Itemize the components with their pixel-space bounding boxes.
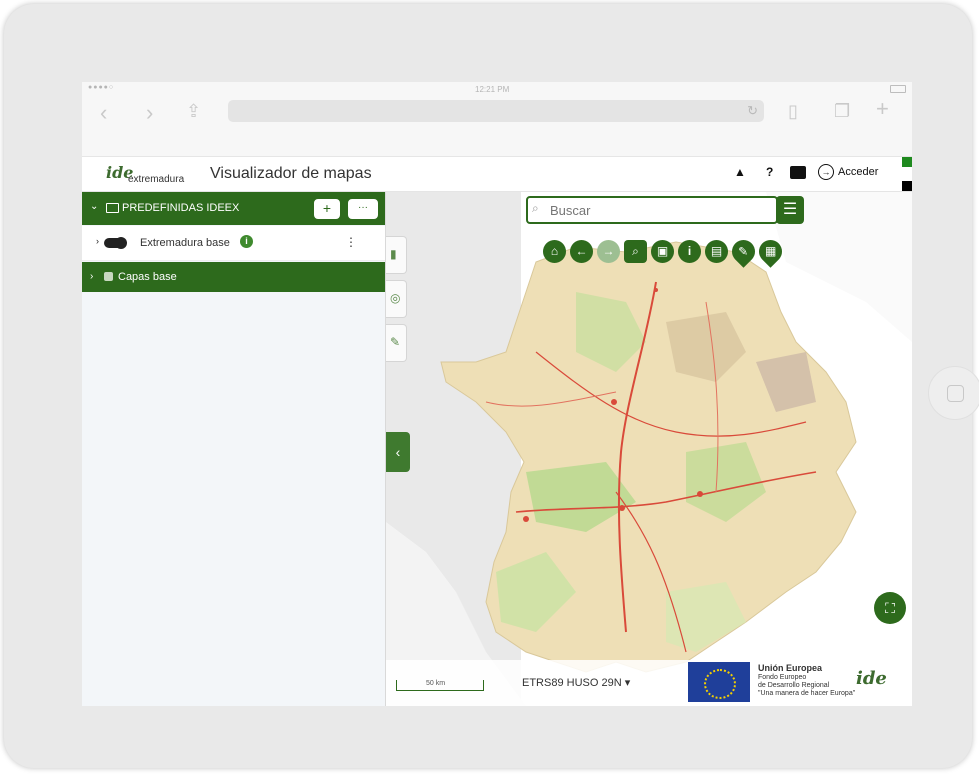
chevron-left-icon[interactable]: ‹	[100, 102, 107, 124]
collapse-sidebar-button[interactable]: ‹	[386, 432, 410, 472]
eu-flag	[688, 662, 750, 702]
chevron-right-icon[interactable]: ›	[96, 236, 99, 246]
stack-icon	[104, 272, 113, 281]
reload-icon[interactable]: ↻	[747, 103, 758, 119]
status-time: 12:21 PM	[475, 85, 510, 94]
signal-indicator: ●●●●○	[88, 84, 115, 91]
brand-strip	[902, 157, 912, 191]
login-label[interactable]: Acceder	[838, 166, 878, 178]
group-label: Capas base	[118, 271, 177, 283]
zoom-box-icon[interactable]: ⌕	[624, 240, 647, 263]
eu-line: "Una manera de hacer Europa"	[758, 690, 856, 697]
group-capas-base[interactable]: › Capas base	[82, 262, 385, 292]
help-icon[interactable]: ?	[766, 165, 773, 179]
map-view[interactable]: ▮ ◎ ✎ ‹ ⌕ ☰ ⌂ ← → ⌕ ▣ i ▤ ✎ ▦ ⛶ 50 km ET…	[386, 192, 912, 706]
tabs-icon[interactable]: ❐	[834, 100, 850, 122]
forward-icon[interactable]: →	[597, 240, 620, 263]
tab-explore[interactable]: ◎	[386, 280, 407, 318]
search-box[interactable]: ⌕	[526, 196, 778, 224]
layer-menu-icon[interactable]: ⋮	[345, 235, 357, 249]
logo-text: extremadura	[128, 174, 185, 185]
home-icon[interactable]: ⌂	[543, 240, 566, 263]
safari-toolbar: ‹ › ⇪ ↻ ▯ ❐ +	[82, 98, 912, 157]
warning-icon[interactable]: ▲	[734, 165, 746, 179]
group-label: PREDEFINIDAS IDEEX	[122, 202, 240, 214]
more-options-button[interactable]: ···	[348, 199, 378, 219]
back-icon[interactable]: ←	[570, 240, 593, 263]
add-layer-button[interactable]: +	[314, 199, 340, 219]
layer-visibility-toggle[interactable]	[104, 237, 127, 249]
tab-draw[interactable]: ✎	[386, 324, 407, 362]
layer-row[interactable]: › Extremadura base i ⋮	[82, 226, 385, 261]
folder-icon[interactable]	[790, 166, 806, 179]
scale-label: 50 km	[426, 680, 446, 687]
layers-sidebar: ⌄ PREDEFINIDAS IDEEX + ··· › Extremadura…	[82, 192, 386, 706]
filter-button[interactable]: ☰	[776, 196, 804, 224]
edit-icon: ✎	[390, 335, 401, 349]
image-icon[interactable]: ▤	[705, 240, 728, 263]
info-icon[interactable]: i	[678, 240, 701, 263]
eu-funding-text: Unión Europea Fondo Europeo de Desarroll…	[758, 662, 855, 698]
map-icon: ▮	[390, 247, 397, 261]
compass-icon: ◎	[390, 291, 401, 305]
eu-title: Unión Europea	[758, 663, 823, 673]
fullscreen-button[interactable]: ⛶	[874, 592, 906, 624]
print-icon[interactable]: ▣	[651, 240, 674, 263]
login-icon[interactable]: →	[818, 164, 834, 180]
ide-logo[interactable]: ide extremadura	[106, 163, 196, 187]
status-bar: ●●●●○ 12:21 PM	[82, 82, 912, 98]
battery-icon	[890, 85, 906, 93]
page-title: Visualizador de mapas	[210, 165, 372, 182]
plus-icon[interactable]: +	[876, 98, 889, 120]
map-footer: 50 km ETRS89 HUSO 29N ▾ Unión Europea Fo…	[386, 660, 912, 706]
eu-line: Fondo Europeo	[758, 674, 807, 681]
search-input[interactable]	[548, 200, 772, 220]
projection-selector[interactable]: ETRS89 HUSO 29N ▾	[522, 676, 630, 689]
map-canvas[interactable]	[386, 192, 912, 706]
chevron-right-icon[interactable]: ›	[146, 102, 153, 124]
search-icon: ⌕	[532, 201, 539, 215]
info-icon[interactable]: i	[240, 235, 253, 248]
browser-screen: ●●●●○ 12:21 PM ‹ › ⇪ ↻ ▯ ❐ + ide extrema…	[82, 82, 912, 706]
header-actions: ▲ ? → Acceder	[734, 164, 894, 185]
eu-line: de Desarrollo Regional	[758, 682, 830, 689]
chevron-down-icon[interactable]: ⌄	[90, 201, 98, 212]
share-icon[interactable]: ⇪	[186, 100, 201, 122]
ide-footer-logo: ide	[856, 668, 887, 689]
chevron-right-icon[interactable]: ›	[90, 271, 93, 282]
book-icon[interactable]: ▯	[788, 100, 798, 122]
home-button[interactable]	[928, 366, 979, 420]
app-header: ide extremadura Visualizador de mapas ▲ …	[82, 157, 912, 192]
layer-name: Extremadura base	[140, 237, 230, 249]
address-bar[interactable]: ↻	[228, 100, 764, 122]
group-predefinidas[interactable]: ⌄ PREDEFINIDAS IDEEX + ···	[82, 192, 385, 225]
folder-icon	[106, 203, 119, 213]
tab-layers[interactable]: ▮	[386, 236, 407, 274]
